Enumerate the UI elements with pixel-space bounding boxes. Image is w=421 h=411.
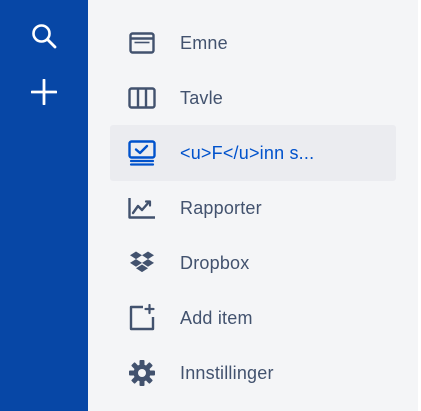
sidebar-item-label: Rapporter [180,197,262,218]
sidebar-item-board[interactable]: Tavle [110,70,396,126]
sidebar-item-label: Tavle [180,87,224,108]
sidebar-item-reports[interactable]: Rapporter [110,180,396,236]
sidebar-item-dropbox[interactable]: Dropbox [110,235,396,291]
dropbox-icon [128,249,156,277]
sidebar-item-add-item[interactable]: Add item [110,290,396,346]
sidebar-item-label: Add item [180,307,253,328]
search-button[interactable] [26,18,62,54]
board-icon [128,84,156,112]
search-icon [31,23,57,49]
plus-icon [31,79,57,105]
app: Emne Tavle <u>F</u>inn s... Rapporter Dr… [0,0,421,411]
feature-icon [128,139,156,167]
sidebar-item-find[interactable]: <u>F</u>inn s... [110,125,396,181]
sidebar-item-settings[interactable]: Innstillinger [110,345,396,401]
global-navigation [0,0,88,411]
sidebar-item-label: Dropbox [180,252,250,273]
project-sidebar: Emne Tavle <u>F</u>inn s... Rapporter Dr… [88,0,418,411]
sidebar-item-issues[interactable]: Emne [110,15,396,71]
create-button[interactable] [26,74,62,110]
sidebar-item-label: <u>F</u>inn s... [180,142,315,163]
gear-icon [128,359,156,387]
issues-icon [128,29,156,57]
add-item-icon [128,304,156,332]
sidebar-item-label: Emne [180,32,228,53]
sidebar-item-label: Innstillinger [180,362,274,383]
reports-icon [128,194,156,222]
